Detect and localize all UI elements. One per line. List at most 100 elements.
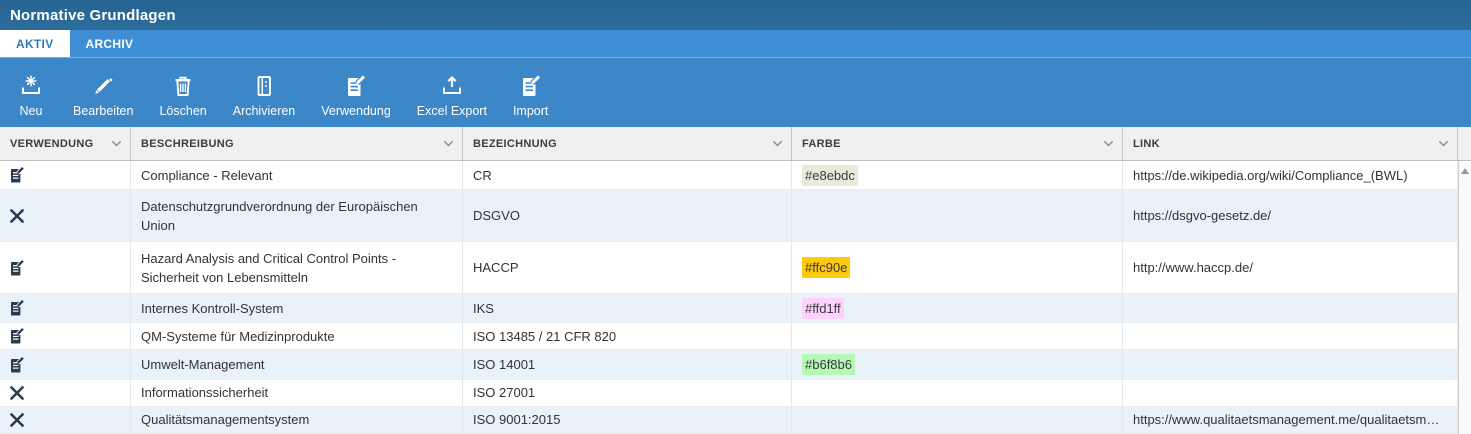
column-header-beschreibung[interactable]: BESCHREIBUNG	[131, 127, 463, 160]
table-row[interactable]: Compliance - Relevant CR #e8ebdc https://de…	[0, 161, 1458, 190]
scroll-up-arrow-icon[interactable]	[1461, 168, 1469, 174]
cell-link: http://www.haccp.de/	[1123, 242, 1458, 293]
column-header-link[interactable]: LINK	[1123, 127, 1458, 160]
column-header-label: BEZEICHNUNG	[473, 138, 557, 150]
column-menu-chevron-down-icon[interactable]	[1101, 138, 1116, 149]
column-header-farbe[interactable]: FARBE	[792, 127, 1123, 160]
data-grid: VERWENDUNGBESCHREIBUNG BEZEICHNUNG FARBE LI…	[0, 127, 1471, 434]
link-text: https://www.qualitaetsmanagement.me/qual…	[1133, 410, 1439, 429]
cell-beschreibung: Internes Kontroll-System	[131, 294, 463, 322]
tab-archiv[interactable]: ARCHIV	[70, 30, 150, 57]
cell-verwendung	[0, 323, 131, 349]
cell-verwendung	[0, 190, 131, 241]
edit-pencil-icon	[91, 71, 115, 98]
link-text: https://dsgvo-gesetz.de/	[1133, 206, 1271, 225]
toolbar-button-excel-export[interactable]: Excel Export	[404, 58, 500, 127]
tab-aktiv[interactable]: AKTIV	[0, 30, 70, 57]
cell-farbe	[792, 323, 1123, 349]
cell-beschreibung: Compliance - Relevant	[131, 161, 463, 189]
cell-farbe: #b6f8b6	[792, 350, 1123, 378]
note-pencil-icon	[8, 327, 26, 345]
cell-farbe	[792, 190, 1123, 241]
toolbar-button-löschen[interactable]: Löschen	[146, 58, 219, 127]
cell-farbe: #e8ebdc	[792, 161, 1123, 189]
page-title: Normative Grundlagen	[10, 7, 176, 24]
cell-verwendung	[0, 294, 131, 322]
header-scrollbar-spacer	[1458, 127, 1471, 160]
toolbar-button-label: Excel Export	[417, 104, 487, 118]
bezeichnung-text: DSGVO	[473, 206, 520, 225]
table-row[interactable]: Internes Kontroll-System IKS #ffd1ff	[0, 294, 1458, 323]
cell-bezeichnung: ISO 13485 / 21 CFR 820	[463, 323, 792, 349]
new-item-icon	[19, 71, 43, 98]
beschreibung-text: Qualitätsmanagementsystem	[141, 410, 309, 429]
export-icon	[440, 71, 464, 98]
cell-link	[1123, 294, 1458, 322]
table-row[interactable]: Datenschutzgrundverordnung der Europäisc…	[0, 190, 1458, 242]
toolbar-button-verwendung[interactable]: Verwendung	[308, 58, 404, 127]
link-text: https://de.wikipedia.org/wiki/Compliance…	[1133, 166, 1408, 185]
note-pencil-icon	[8, 259, 26, 277]
cell-link: https://de.wikipedia.org/wiki/Compliance…	[1123, 161, 1458, 189]
cell-bezeichnung: ISO 9001:2015	[463, 407, 792, 433]
toolbar-button-label: Löschen	[159, 104, 206, 118]
bezeichnung-text: ISO 14001	[473, 355, 535, 374]
column-header-label: FARBE	[802, 138, 841, 150]
column-menu-chevron-down-icon[interactable]	[109, 138, 124, 149]
title-bar: Normative Grundlagen	[0, 0, 1471, 30]
cell-farbe: #ffd1ff	[792, 294, 1123, 322]
cell-beschreibung: Informationssicherheit	[131, 380, 463, 406]
toolbar-button-import[interactable]: Import	[500, 58, 561, 127]
toolbar-button-label: Bearbeiten	[73, 104, 133, 118]
column-menu-chevron-down-icon[interactable]	[770, 138, 785, 149]
color-swatch: #e8ebdc	[802, 165, 858, 186]
column-header-verwendung[interactable]: VERWENDUNG	[0, 127, 131, 160]
cell-verwendung	[0, 380, 131, 406]
cell-link: https://www.qualitaetsmanagement.me/qual…	[1123, 407, 1458, 433]
toolbar-button-bearbeiten[interactable]: Bearbeiten	[60, 58, 146, 127]
table-row[interactable]: QM-Systeme für MedizinprodukteISO 13485 …	[0, 323, 1458, 350]
app-window: Normative Grundlagen AKTIVARCHIV Neu Bear…	[0, 0, 1471, 434]
tab-bar: AKTIVARCHIV	[0, 30, 1471, 57]
cell-bezeichnung: ISO 14001	[463, 350, 792, 378]
column-menu-chevron-down-icon[interactable]	[441, 138, 456, 149]
column-header-label: LINK	[1133, 138, 1160, 150]
toolbar-button-label: Archivieren	[233, 104, 296, 118]
beschreibung-text: Informationssicherheit	[141, 383, 268, 402]
column-menu-chevron-down-icon[interactable]	[1436, 138, 1451, 149]
note-pencil-icon	[8, 299, 26, 317]
bezeichnung-text: ISO 13485 / 21 CFR 820	[473, 327, 616, 346]
toolbar-button-label: Neu	[20, 104, 43, 118]
color-swatch: #b6f8b6	[802, 354, 855, 375]
bezeichnung-text: IKS	[473, 299, 494, 318]
archive-icon	[252, 71, 276, 98]
color-swatch: #ffc90e	[802, 257, 850, 278]
beschreibung-text: Datenschutzgrundverordnung der Europäisc…	[141, 197, 452, 235]
cell-beschreibung: Qualitätsmanagementsystem	[131, 407, 463, 433]
table-row[interactable]: Qualitätsmanagementsystem ISO 9001:2015 ht…	[0, 407, 1458, 434]
cell-beschreibung: Umwelt-Management	[131, 350, 463, 378]
grid-rows: Compliance - Relevant CR #e8ebdc https://de…	[0, 161, 1458, 434]
cell-farbe	[792, 380, 1123, 406]
column-header-bezeichnung[interactable]: BEZEICHNUNG	[463, 127, 792, 160]
cell-bezeichnung: HACCP	[463, 242, 792, 293]
table-row[interactable]: Hazard Analysis and Critical Control Poi…	[0, 242, 1458, 294]
bezeichnung-text: ISO 9001:2015	[473, 410, 560, 429]
vertical-scrollbar[interactable]	[1458, 161, 1471, 434]
note-pencil-icon	[8, 166, 26, 184]
cell-link	[1123, 350, 1458, 378]
link-text: http://www.haccp.de/	[1133, 258, 1253, 277]
color-swatch: #ffd1ff	[802, 298, 844, 319]
toolbar-button-neu[interactable]: Neu	[2, 58, 60, 127]
toolbar-button-label: Verwendung	[321, 104, 391, 118]
cell-bezeichnung: IKS	[463, 294, 792, 322]
grid-header-row: VERWENDUNGBESCHREIBUNG BEZEICHNUNG FARBE LI…	[0, 127, 1471, 161]
toolbar-button-archivieren[interactable]: Archivieren	[220, 58, 309, 127]
beschreibung-text: Compliance - Relevant	[141, 166, 273, 185]
bezeichnung-text: CR	[473, 166, 492, 185]
cell-verwendung	[0, 350, 131, 378]
cell-beschreibung: Hazard Analysis and Critical Control Poi…	[131, 242, 463, 293]
table-row[interactable]: InformationssicherheitISO 27001	[0, 380, 1458, 407]
table-row[interactable]: Umwelt-Management ISO 14001 #b6f8b6	[0, 350, 1458, 379]
cell-bezeichnung: CR	[463, 161, 792, 189]
